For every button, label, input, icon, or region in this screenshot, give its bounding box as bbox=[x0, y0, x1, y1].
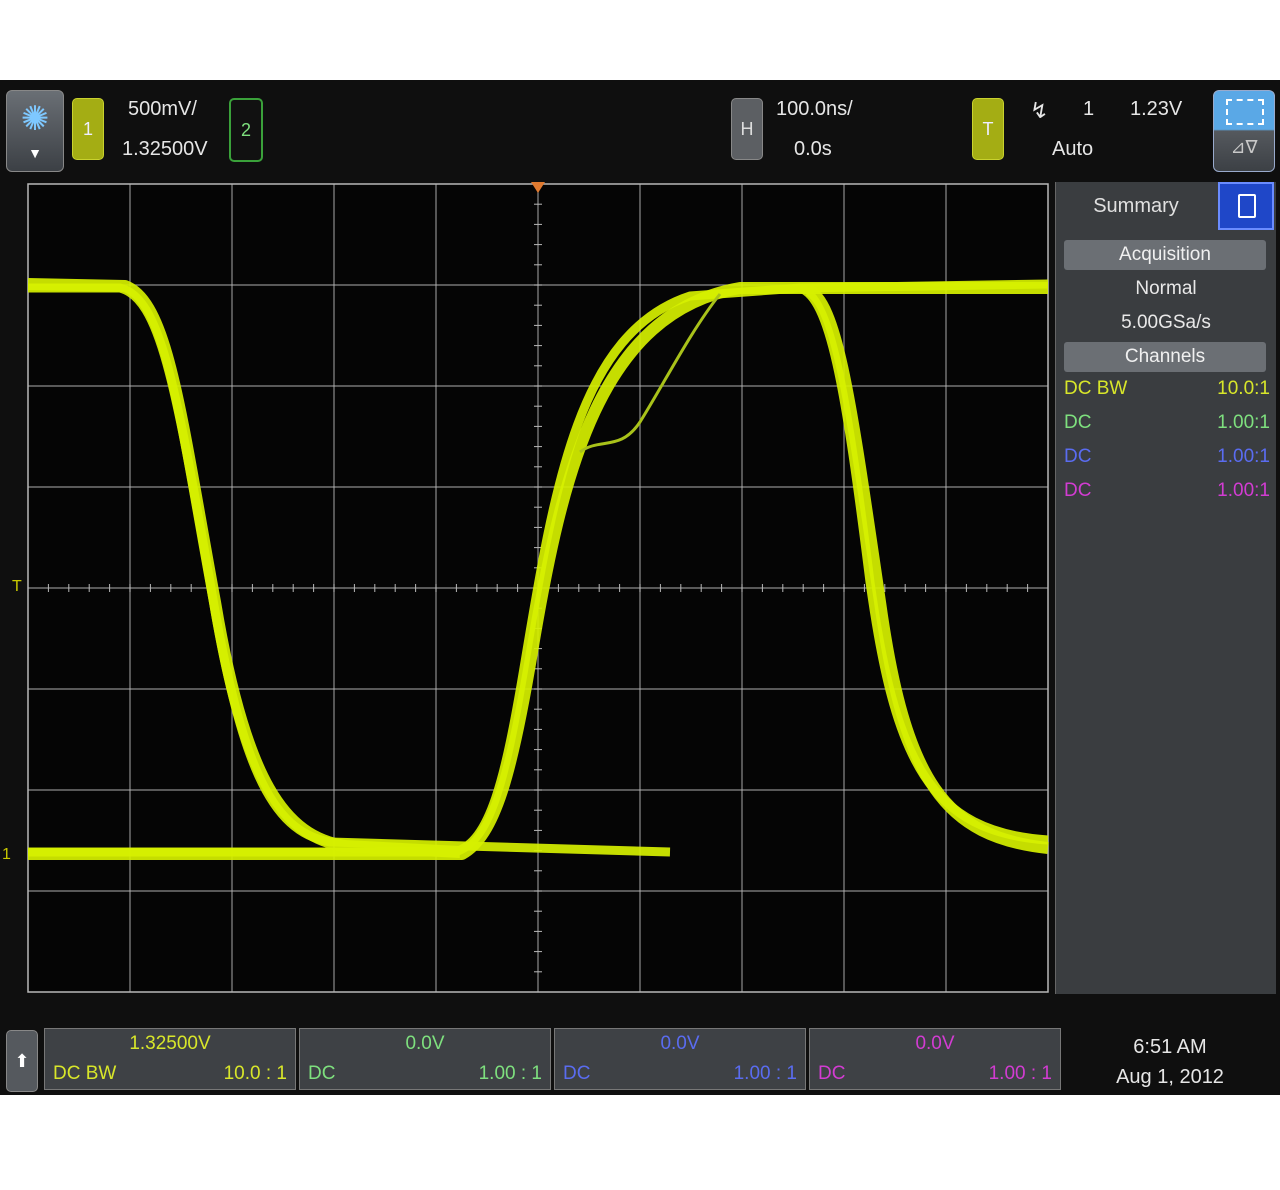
channel-offset: 0.0V bbox=[915, 1033, 955, 1054]
probe-ratio: 1.00:1 bbox=[1217, 412, 1270, 433]
panel-menu-button[interactable] bbox=[1218, 182, 1274, 230]
channel-coupling: DC bbox=[308, 1063, 336, 1084]
channels-header: Channels bbox=[1064, 342, 1266, 372]
ch1-ground-marker[interactable]: 1 bbox=[2, 846, 11, 864]
clock-date: Aug 1, 2012 bbox=[1116, 1066, 1224, 1088]
sample-rate: 5.00GSa/s bbox=[1121, 312, 1211, 333]
channel-row-4: DC 1.00:1 bbox=[1064, 480, 1270, 510]
channel-3-cell[interactable]: 0.0V DC 1.00 : 1 bbox=[554, 1028, 806, 1090]
delay-value: 0.0s bbox=[794, 138, 832, 160]
channel-row-2: DC 1.00:1 bbox=[1064, 412, 1270, 442]
waveform-graticule[interactable]: T 1 bbox=[0, 182, 1050, 994]
trigger-mode: Auto bbox=[1052, 138, 1094, 160]
channel-offset: 1.32500V bbox=[129, 1033, 211, 1054]
trigger-source: 1 bbox=[1083, 98, 1095, 120]
measure-icon: ⊿∇ bbox=[1230, 137, 1258, 157]
channel-1-cell[interactable]: 1.32500V DC BW 10.0 : 1 bbox=[44, 1028, 296, 1090]
top-status-bar: ✺ ▼ 1 500mV/ 1.32500V 2 H 100.0ns/ 0.0s … bbox=[0, 80, 1280, 180]
list-icon bbox=[1238, 194, 1256, 218]
probe-ratio: 1.00:1 bbox=[1217, 480, 1270, 501]
summary-panel: Summary Acquisition Normal 5.00GSa/s Cha… bbox=[1055, 182, 1276, 994]
trigger-button[interactable]: T bbox=[972, 98, 1004, 160]
clock-time: 6:51 AM bbox=[1133, 1036, 1207, 1058]
coupling: DC bbox=[1064, 412, 1092, 433]
coupling: DC bbox=[1064, 480, 1092, 501]
channel-row-3: DC 1.00:1 bbox=[1064, 446, 1270, 476]
channel-2-cell[interactable]: 0.0V DC 1.00 : 1 bbox=[299, 1028, 551, 1090]
channel-1-button[interactable]: 1 bbox=[72, 98, 104, 160]
channel-coupling: DC bbox=[563, 1063, 591, 1084]
channel-2-button[interactable]: 2 bbox=[229, 98, 263, 162]
ch1-scale: 500mV/ bbox=[128, 98, 197, 120]
channel-probe: 10.0 : 1 bbox=[223, 1063, 287, 1084]
acq-mode: Normal bbox=[1135, 278, 1197, 299]
arrow-up-icon: ⬆ bbox=[14, 1051, 30, 1071]
graticule-svg bbox=[27, 182, 1049, 993]
coupling: DC bbox=[1064, 446, 1092, 467]
chevron-down-icon: ▼ bbox=[28, 145, 42, 161]
timebase-value: 100.0ns/ bbox=[776, 98, 853, 120]
trigger-level: 1.23V bbox=[1130, 98, 1183, 120]
rising-edge-icon: ↯ bbox=[1030, 98, 1049, 123]
channel-status-bar: ⬆ 1.32500V DC BW 10.0 : 1 0.0V DC 1.00 :… bbox=[0, 1000, 1280, 1095]
channel-offset: 0.0V bbox=[660, 1033, 700, 1054]
channel-probe: 1.00 : 1 bbox=[733, 1063, 797, 1084]
channel-probe: 1.00 : 1 bbox=[478, 1063, 542, 1084]
scroll-up-button[interactable]: ⬆ bbox=[6, 1030, 38, 1092]
channel-probe: 1.00 : 1 bbox=[988, 1063, 1052, 1084]
acquisition-header: Acquisition bbox=[1064, 240, 1266, 270]
logo-icon: ✺ bbox=[20, 100, 50, 138]
probe-ratio: 10.0:1 bbox=[1217, 378, 1270, 399]
acquire-button[interactable]: ⊿∇ bbox=[1213, 90, 1275, 172]
channel-coupling: DC bbox=[818, 1063, 846, 1084]
channel-row-1: DC BW 10.0:1 bbox=[1064, 378, 1270, 408]
channel-4-cell[interactable]: 0.0V DC 1.00 : 1 bbox=[809, 1028, 1061, 1090]
horizontal-button[interactable]: H bbox=[731, 98, 763, 160]
oscilloscope-screen: ✺ ▼ 1 500mV/ 1.32500V 2 H 100.0ns/ 0.0s … bbox=[0, 80, 1280, 1095]
main-menu-button[interactable]: ✺ ▼ bbox=[6, 90, 64, 172]
trigger-level-marker[interactable]: T bbox=[12, 578, 22, 596]
tab-summary[interactable]: Summary bbox=[1056, 182, 1216, 230]
ch1-offset: 1.32500V bbox=[122, 138, 208, 160]
channel-coupling: DC BW bbox=[53, 1063, 117, 1084]
probe-ratio: 1.00:1 bbox=[1217, 446, 1270, 467]
channel-offset: 0.0V bbox=[405, 1033, 445, 1054]
coupling: DC BW bbox=[1064, 378, 1128, 399]
zoom-box-icon bbox=[1226, 99, 1264, 125]
